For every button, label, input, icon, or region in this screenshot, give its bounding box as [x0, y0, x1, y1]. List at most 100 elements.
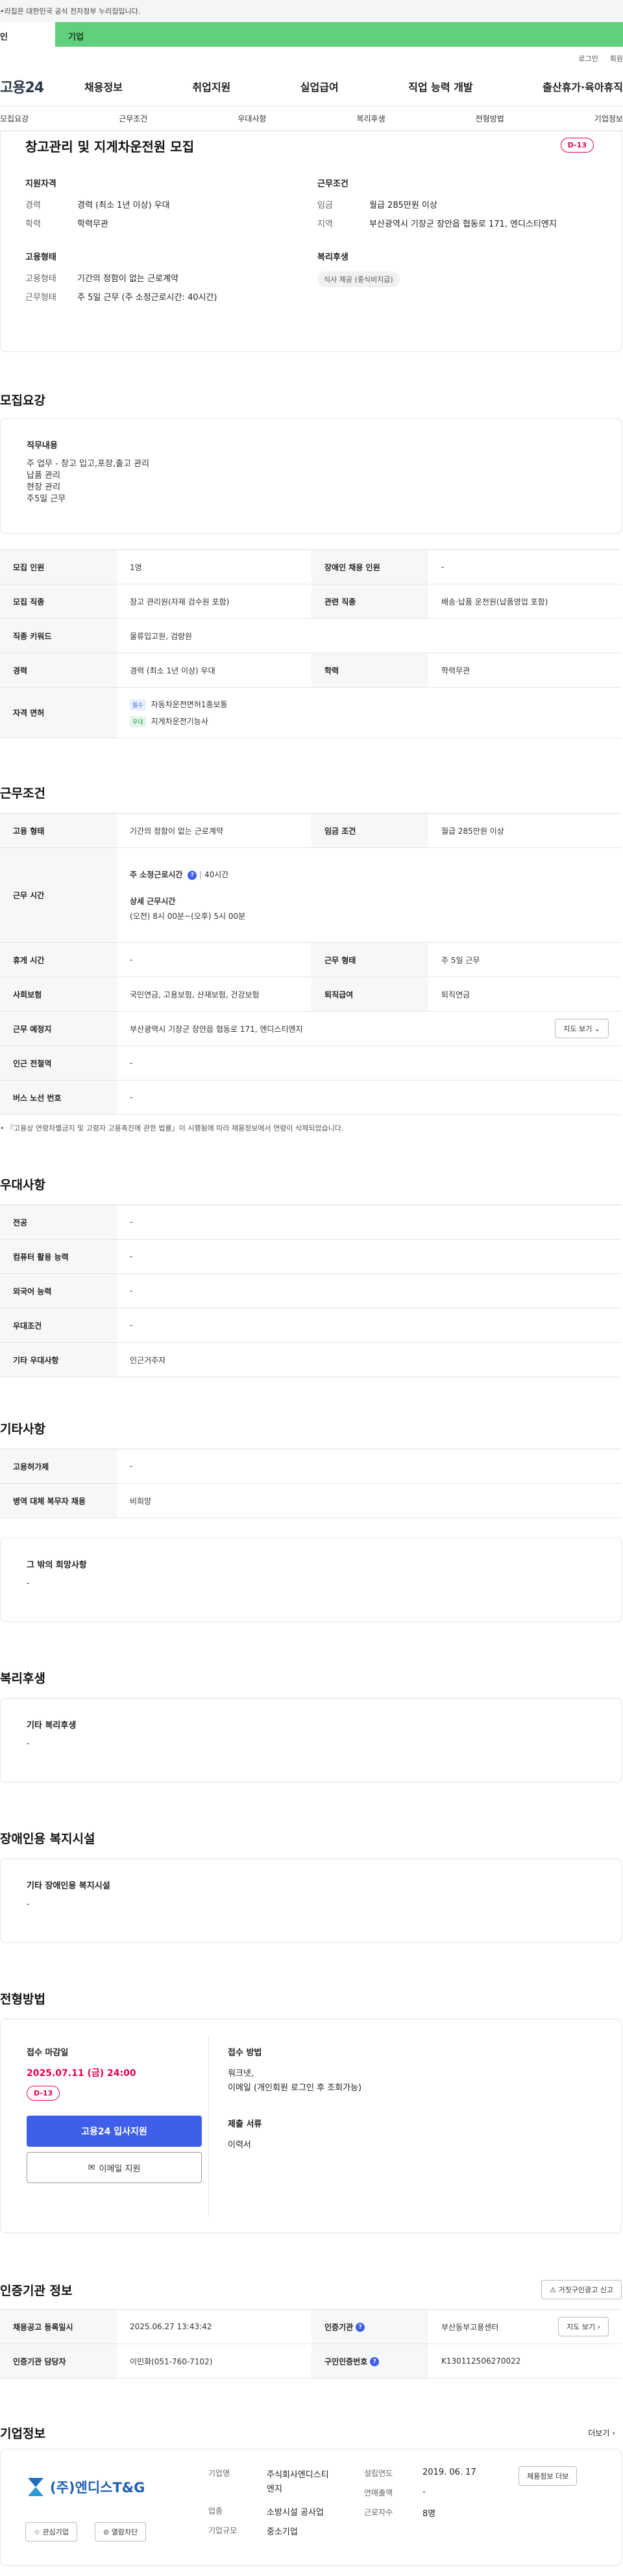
place-value: 부산광역시 기장군 장안읍 협동로 171, 엔디스티엔지: [130, 1024, 303, 1034]
table-row: 자격 면허 필수 자동차운전면허1종보통 우대 지게차운전기능사: [0, 687, 622, 738]
map-button-label: 지도 보기: [567, 2323, 596, 2331]
table-key: 버스 노선 번호: [0, 1080, 117, 1115]
gnb-item-jobs[interactable]: 채용정보: [84, 79, 123, 94]
block-company-button[interactable]: ⊘ 열람차단: [95, 2522, 147, 2542]
company-jobs-button[interactable]: 채용정보 더보: [519, 2466, 578, 2486]
tab-corporate[interactable]: 기업: [55, 22, 623, 47]
cert-map-button[interactable]: 지도 보기 ›: [558, 2317, 609, 2336]
table-key: 퇴직급여: [312, 977, 428, 1012]
table-value: 인근거주자: [117, 1342, 622, 1377]
table-row: 근무 시간 주 소정근로시간 ? | 40시간 상세 근무시간 (오전) 8시 …: [0, 847, 622, 943]
follow-company-button[interactable]: ☆ 관심기업: [25, 2522, 77, 2542]
table-value: 월급 285만원 이상: [428, 813, 622, 848]
summary-value: 기간의 정함이 없는 근로계약: [77, 274, 178, 284]
gnb-item-parental[interactable]: 출산휴가·육아휴직: [543, 79, 623, 94]
hope-value: -: [27, 1579, 30, 1588]
table-key: 병역 대체 복무자 채용: [0, 1483, 117, 1518]
signup-link[interactable]: 회원: [610, 53, 623, 66]
table-value: 1명: [117, 549, 312, 584]
table-value: -: [117, 942, 312, 977]
company-name-2: 엔지: [267, 2484, 282, 2494]
table-value: 2025.06.27 13:43:42: [117, 2309, 312, 2344]
duty-box: 직무내용 주 업무 - 창고 입고,포장,출고 관리 납품 관리 현장 관리 주…: [0, 418, 622, 534]
table-row: 버스 노선 번호 -: [0, 1080, 622, 1115]
table-value: -: [117, 1308, 622, 1343]
tab-individual[interactable]: 인: [0, 22, 55, 47]
gnb-item-training[interactable]: 직업 능력 개발: [408, 79, 472, 94]
info-icon[interactable]: ?: [370, 2357, 380, 2366]
info-key: 기업명: [208, 2469, 230, 2478]
deadline-value: 2025.07.11 (금) 24:00: [27, 2068, 136, 2079]
table-row: 사회보험 국민연금, 고용보험, 산재보험, 건강보험 퇴직급여 퇴직연금: [0, 977, 622, 1012]
table-key-label: 인증기관: [324, 2322, 354, 2332]
summary-row: 학력 학력무관: [25, 217, 317, 229]
company-box: (주)엔디스T&G ☆ 관심기업 ⊘ 열람차단 기업명 주식회사엔디스티 엔지 …: [0, 2449, 622, 2566]
table-value: -: [117, 1080, 622, 1115]
info-icon[interactable]: ?: [188, 870, 197, 880]
age-law-note: • 『고용상 연령차별금지 및 고령자 고용촉진에 관한 법률』이 시행됨에 따…: [0, 1124, 344, 1132]
docs-label: 제출 서류: [228, 2120, 262, 2129]
global-nav: 고용24 채용정보 취업지원 실업급여 직업 능력 개발 출산휴가·육아휴직: [0, 66, 623, 106]
site-logo[interactable]: 고용24: [0, 76, 71, 97]
table-key-label: 구인인증번호: [324, 2357, 368, 2366]
gov-notice-bar: •리집은 대한민국 공식 전자정부 누리집입니다.: [0, 0, 623, 22]
method-label: 접수 방법: [228, 2048, 262, 2058]
subnav-process[interactable]: 전형방법: [476, 113, 504, 124]
facility-heading: 기타 장애인용 복지시설: [27, 1881, 110, 1891]
summary-key: 근무형태: [25, 293, 56, 303]
table-key: 고용 형태: [0, 813, 117, 848]
table-key: 채용공고 등록일시: [0, 2309, 117, 2344]
info-value: 8명: [422, 2509, 436, 2519]
table-value: K130112506270022: [428, 2344, 622, 2379]
summary-welfare: 복리후생 식사 제공 (중식비지급): [317, 250, 590, 309]
table-row: 직종 키워드 물류입고원, 검량원: [0, 618, 622, 653]
company-logo-text: (주)엔디스T&G: [50, 2480, 145, 2495]
info-key: 연매출액: [364, 2488, 393, 2497]
info-key: 기업규모: [208, 2526, 238, 2535]
summary-row: 지역 부산광역시 기장군 장안읍 협동로 171, 엔디스티엔지: [317, 217, 590, 229]
alert-icon: ⚠: [550, 2286, 557, 2294]
summary-row: 고용형태 기간의 정함이 없는 근로계약: [25, 271, 317, 284]
gnb-item-support[interactable]: 취업지원: [192, 79, 230, 94]
report-button-label: 거짓구인광고 신고: [558, 2286, 613, 2294]
job-summary-card: 창고관리 및 지게차운전원 모집 D-13 지원자격 경력 경력 (최소 1년 이…: [0, 131, 622, 352]
info-icon[interactable]: ?: [356, 2323, 365, 2332]
map-button[interactable]: 지도 보기 ⌄: [555, 1019, 609, 1038]
company-more-link[interactable]: 더보기 ›: [588, 2427, 622, 2438]
table-row: 고용 형태 기간의 정함이 없는 근로계약 임금 조건 월급 285만원 이상: [0, 813, 622, 848]
section-title-etc: 기타사항: [0, 1422, 45, 1436]
table-row: 병역 대체 복무자 채용 비희망: [0, 1483, 622, 1518]
summary-key: 경력: [25, 201, 41, 210]
apply-button[interactable]: 고용24 입사지원: [27, 2116, 202, 2147]
chevron-right-icon: ›: [597, 2323, 600, 2331]
job-title: 창고관리 및 지게차운전원 모집: [25, 139, 195, 155]
table-key: 장애인 채용 인원: [312, 549, 428, 584]
info-value: -: [422, 2487, 426, 2497]
subnav-preference[interactable]: 우대사항: [238, 113, 266, 124]
table-value: 경력 (최소 1년 이상) 우대: [117, 653, 312, 688]
util-links: 로그인 회원: [0, 47, 623, 66]
table-key: 전공: [0, 1205, 117, 1240]
subnav-conditions[interactable]: 근무조건: [119, 113, 147, 124]
table-key: 학력: [312, 653, 428, 688]
table-row: 인증기관 담당자 이민화(051-760-7102) 구인인증번호? K1301…: [0, 2344, 622, 2379]
table-value: -: [117, 1273, 622, 1308]
summary-value: 부산광역시 기장군 장안읍 협동로 171, 엔디스티엔지: [369, 219, 557, 229]
login-link[interactable]: 로그인: [578, 53, 598, 66]
table-value: -: [428, 549, 622, 584]
table-key: 기타 우대사항: [0, 1342, 117, 1377]
email-apply-button[interactable]: ✉ 이메일 지원: [27, 2152, 202, 2183]
table-key: 인증기관 담당자: [0, 2344, 117, 2379]
subnav-recruit[interactable]: 모집요강: [0, 113, 29, 124]
table-key: 외국어 능력: [0, 1273, 117, 1308]
subnav-company[interactable]: 기업정보: [594, 113, 623, 124]
table-value: 퇴직연금: [428, 977, 622, 1012]
gnb-item-benefit[interactable]: 실업급여: [300, 79, 339, 94]
summary-support: 지원자격 경력 경력 (최소 1년 이상) 우대 학력 학력무관: [25, 177, 317, 236]
section-title-facility: 장애인용 복지시설: [0, 1832, 95, 1846]
table-value: -: [117, 1239, 622, 1274]
duty-line: 주5일 근무: [27, 494, 66, 504]
table-value: 학력무관: [428, 653, 622, 688]
subnav-welfare[interactable]: 복리후생: [356, 113, 385, 124]
report-button[interactable]: ⚠ 거짓구인광고 신고: [541, 2280, 622, 2299]
